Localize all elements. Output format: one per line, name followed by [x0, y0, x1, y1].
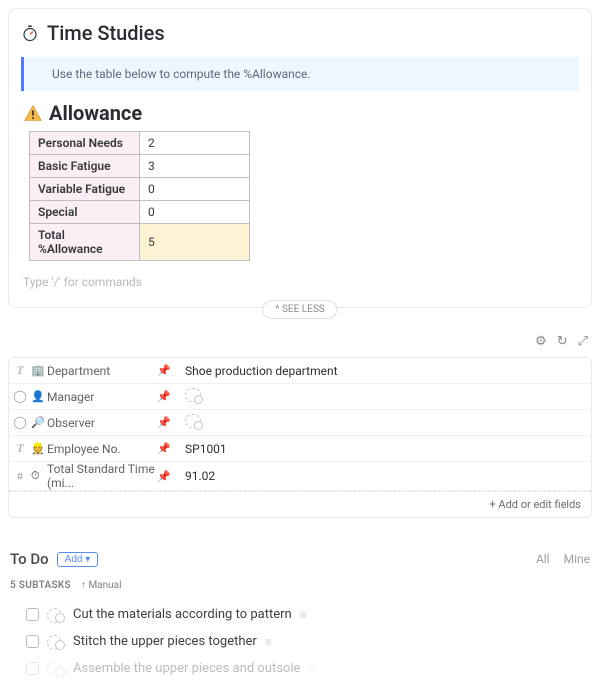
todo-heading: To Do	[10, 550, 49, 568]
assignee-icon[interactable]	[47, 608, 65, 622]
page-title: Time Studies	[47, 21, 165, 45]
text-type-icon: T	[9, 441, 31, 456]
field-value[interactable]	[179, 414, 591, 431]
field-value[interactable]	[179, 388, 591, 405]
field-label: Employee No.	[47, 442, 157, 456]
settings-icon[interactable]: ⚙	[535, 334, 547, 349]
field-row-department[interactable]: T 🏢 Department 📌 Shoe production departm…	[9, 358, 591, 384]
stopwatch-icon	[21, 24, 39, 42]
fields-panel: T 🏢 Department 📌 Shoe production departm…	[8, 357, 592, 518]
field-value[interactable]: Shoe production department	[179, 364, 591, 378]
sort-manual[interactable]: ↑ Manual	[81, 580, 122, 591]
field-row-manager[interactable]: ◯ 👤 Manager 📌	[9, 384, 591, 410]
time-studies-card: Time Studies Use the table below to comp…	[8, 8, 592, 308]
employee-icon: 👷	[31, 442, 47, 455]
task-row[interactable]: Assemble the upper pieces and outsole ≡	[0, 655, 600, 682]
allowance-heading: Allowance	[49, 101, 142, 125]
table-row: Special0	[30, 201, 250, 224]
text-type-icon: T	[9, 363, 31, 378]
empty-assignee-icon[interactable]	[185, 388, 201, 402]
todo-header: To Do Add ▾ All Mine	[0, 530, 600, 576]
todo-filters: All Mine	[536, 552, 590, 566]
task-checkbox[interactable]	[26, 662, 39, 675]
manager-icon: 👤	[31, 390, 47, 403]
pin-icon[interactable]: 📌	[157, 364, 179, 377]
row-label: Total %Allowance	[30, 224, 140, 261]
drag-handle-icon[interactable]: ≡	[300, 608, 307, 622]
pin-icon[interactable]: 📌	[157, 416, 179, 429]
task-checkbox[interactable]	[26, 635, 39, 648]
task-row[interactable]: Stitch the upper pieces together ≡	[0, 628, 600, 655]
see-less-button[interactable]: ^ SEE LESS	[262, 300, 337, 319]
row-value[interactable]: 0	[140, 178, 250, 201]
row-label: Basic Fatigue	[30, 155, 140, 178]
assignee-icon[interactable]	[47, 662, 65, 676]
person-type-icon: ◯	[9, 389, 31, 404]
table-row: Variable Fatigue0	[30, 178, 250, 201]
field-label: Observer	[47, 416, 157, 430]
task-row[interactable]: Cut the materials according to pattern ≡	[0, 601, 600, 628]
subtasks-count: 5 SUBTASKS	[10, 580, 71, 591]
table-row: Basic Fatigue3	[30, 155, 250, 178]
allowance-table: Personal Needs2 Basic Fatigue3 Variable …	[29, 131, 250, 261]
row-value: 5	[140, 224, 250, 261]
subtasks-bar: 5 SUBTASKS ↑ Manual	[0, 576, 600, 601]
row-label: Personal Needs	[30, 132, 140, 155]
row-value[interactable]: 2	[140, 132, 250, 155]
field-row-observer[interactable]: ◯ 🔎 Observer 📌	[9, 410, 591, 436]
timer-icon: ⏱	[31, 469, 47, 483]
field-label: Manager	[47, 390, 157, 404]
row-value[interactable]: 3	[140, 155, 250, 178]
person-type-icon: ◯	[9, 415, 31, 430]
pin-icon[interactable]: 📌	[157, 442, 179, 455]
pin-icon[interactable]: 📌	[157, 390, 179, 403]
drag-handle-icon[interactable]: ≡	[265, 635, 272, 649]
filter-mine[interactable]: Mine	[564, 552, 590, 566]
task-title: Cut the materials according to pattern	[73, 607, 292, 622]
row-label: Special	[30, 201, 140, 224]
add-edit-fields-button[interactable]: + Add or edit fields	[9, 491, 591, 517]
card-toolbar: ⚙ ↻ ⤢	[0, 316, 600, 353]
number-type-icon: #	[9, 469, 31, 484]
title-row: Time Studies	[21, 21, 579, 45]
task-title: Stitch the upper pieces together	[73, 634, 257, 649]
info-callout: Use the table below to compute the %Allo…	[21, 57, 579, 91]
field-label: Total Standard Time (mi...	[47, 462, 157, 490]
table-row-total: Total %Allowance5	[30, 224, 250, 261]
pin-icon[interactable]: 📌	[157, 470, 179, 483]
warning-icon	[23, 103, 43, 123]
field-row-employee-no[interactable]: T 👷 Employee No. 📌 SP1001	[9, 436, 591, 462]
expand-icon[interactable]: ⤢	[578, 334, 588, 349]
row-label: Variable Fatigue	[30, 178, 140, 201]
command-input[interactable]: Type '/' for commands	[23, 275, 577, 289]
assignee-icon[interactable]	[47, 635, 65, 649]
field-value[interactable]: SP1001	[179, 442, 591, 456]
field-row-total-std-time[interactable]: # ⏱ Total Standard Time (mi... 📌 91.02	[9, 462, 591, 491]
filter-all[interactable]: All	[536, 552, 550, 566]
row-value[interactable]: 0	[140, 201, 250, 224]
observer-icon: 🔎	[31, 416, 47, 429]
empty-assignee-icon[interactable]	[185, 414, 201, 428]
allowance-heading-row: Allowance	[23, 101, 579, 125]
add-task-button[interactable]: Add ▾	[57, 552, 99, 567]
history-icon[interactable]: ↻	[557, 334, 568, 349]
task-checkbox[interactable]	[26, 608, 39, 621]
field-label: Department	[47, 364, 157, 378]
department-icon: 🏢	[31, 364, 47, 377]
task-title: Assemble the upper pieces and outsole	[73, 661, 300, 676]
field-value[interactable]: 91.02	[179, 469, 591, 483]
drag-handle-icon[interactable]: ≡	[308, 662, 315, 676]
table-row: Personal Needs2	[30, 132, 250, 155]
